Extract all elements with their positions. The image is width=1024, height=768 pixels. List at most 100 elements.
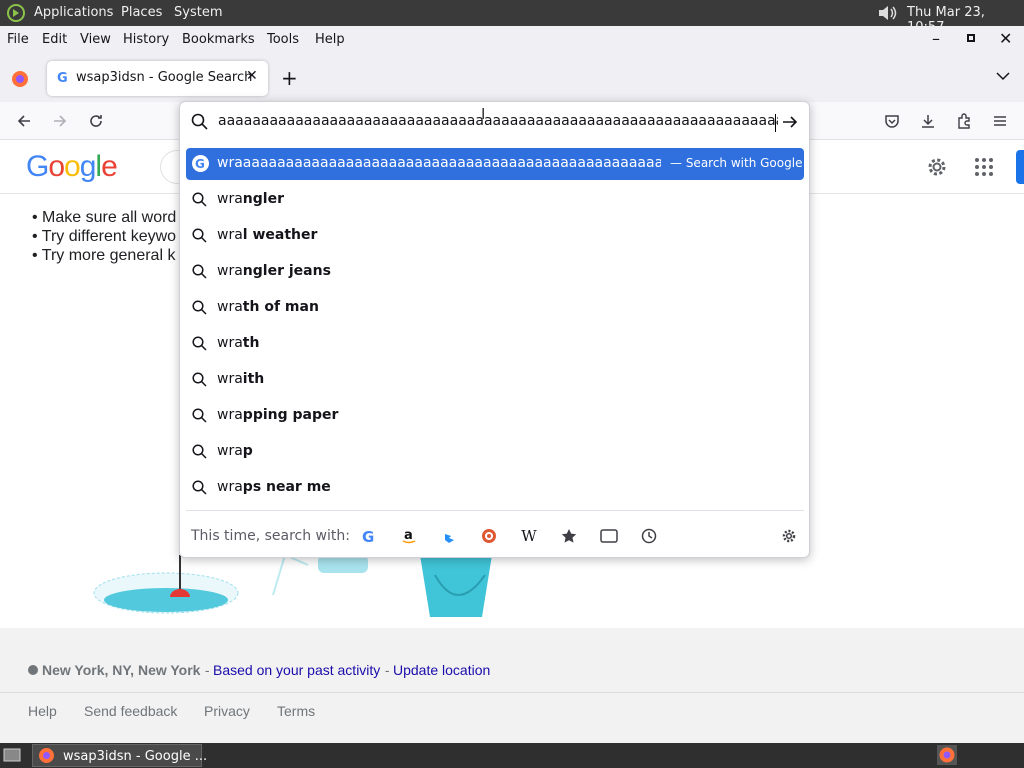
footer-help-link[interactable]: Help: [28, 703, 57, 719]
footer-privacy-link[interactable]: Privacy: [204, 703, 250, 719]
list-item[interactable]: wrath: [186, 326, 804, 362]
google-icon[interactable]: G: [358, 525, 380, 547]
pocket-icon[interactable]: [880, 109, 904, 133]
list-item: • Try different keywo: [32, 228, 177, 245]
duckduckgo-icon[interactable]: [478, 525, 500, 547]
search-settings-icon[interactable]: [778, 525, 800, 547]
list-item[interactable]: wrap: [186, 434, 804, 470]
close-window-icon[interactable]: ✕: [999, 29, 1012, 48]
search-icon: [192, 264, 207, 283]
firefox-launcher-icon[interactable]: [937, 745, 957, 768]
extensions-icon[interactable]: [952, 109, 976, 133]
tabs-icon[interactable]: [598, 525, 620, 547]
footer-terms-link[interactable]: Terms: [277, 703, 315, 719]
tab-title: wsap3idsn - Google Search: [76, 70, 253, 85]
system-menu[interactable]: System: [174, 5, 222, 20]
google-engine-icon: G: [192, 155, 209, 172]
bing-icon[interactable]: [438, 525, 460, 547]
search-icon: [192, 192, 207, 211]
list-item[interactable]: wral weather: [186, 218, 804, 254]
list-item[interactable]: wrangler: [186, 182, 804, 218]
list-item[interactable]: wraith: [186, 362, 804, 398]
app-menu-icon[interactable]: [988, 109, 1012, 133]
sign-in-button[interactable]: [1016, 150, 1024, 184]
menu-history[interactable]: History: [123, 32, 169, 47]
suggestion-text: wral weather: [217, 227, 318, 243]
location-name: New York, NY, New York: [42, 662, 201, 678]
close-tab-icon[interactable]: ✕: [246, 68, 258, 84]
system-top-panel: Applications Places System Thu Mar 23, 1…: [0, 0, 1024, 35]
amazon-icon[interactable]: a: [398, 525, 420, 547]
list-item[interactable]: wraps near me: [186, 470, 804, 506]
urlbar[interactable]: aaaaaaaaaaaaaaaaaaaaaaaaaaaaaaaaaaaaaaaa…: [180, 102, 809, 142]
tab-active[interactable]: G wsap3idsn - Google Search ✕: [47, 61, 268, 96]
history-icon[interactable]: [638, 525, 660, 547]
suggestion-text: wrangler jeans: [217, 263, 331, 279]
google-apps-icon[interactable]: [974, 157, 994, 181]
search-icon: [192, 372, 207, 391]
places-menu[interactable]: Places: [121, 5, 162, 20]
search-icon: [192, 228, 207, 247]
list-item[interactable]: wrapping paper: [186, 398, 804, 434]
taskbar-window-button[interactable]: wsap3idsn - Google ...: [32, 744, 207, 768]
show-desktop-icon[interactable]: [3, 747, 21, 767]
forward-icon[interactable]: [48, 109, 72, 133]
dropdown-divider: [186, 510, 804, 511]
suggestion-text: wrap: [217, 443, 253, 459]
based-on-activity-link[interactable]: Based on your past activity: [213, 662, 380, 678]
update-location-link[interactable]: Update location: [393, 662, 490, 678]
menu-edit[interactable]: Edit: [42, 32, 67, 47]
wikipedia-icon[interactable]: W: [518, 525, 540, 547]
go-arrow-icon[interactable]: [781, 113, 799, 135]
firefox-icon: [38, 747, 55, 768]
search-icon: [192, 336, 207, 355]
list-item[interactable]: wrangler jeans: [186, 254, 804, 290]
firefox-view-icon[interactable]: [11, 70, 29, 92]
volume-icon[interactable]: [876, 3, 898, 27]
menu-help[interactable]: Help: [315, 32, 345, 47]
footer-divider: [0, 692, 1024, 693]
svg-text:a: a: [404, 528, 413, 543]
bookmarks-icon[interactable]: [558, 525, 580, 547]
search-icon: [192, 480, 207, 499]
suggestion-highlighted[interactable]: G wraaaaaaaaaaaaaaaaaaaaaaaaaaaaaaaaaaaa…: [186, 148, 804, 180]
back-icon[interactable]: [12, 109, 36, 133]
search-icon: [191, 113, 208, 134]
location-dot-icon: [28, 665, 38, 675]
google-logo[interactable]: Google: [26, 150, 118, 184]
applications-menu[interactable]: Applications: [34, 5, 113, 20]
suggestion-tips-list: • Make sure all word • Try different key…: [32, 208, 176, 265]
menu-bar: File Edit View History Bookmarks Tools H…: [0, 26, 1024, 54]
menu-bookmarks[interactable]: Bookmarks: [182, 32, 255, 47]
no-results-illustration: [90, 553, 510, 625]
suggestion-text: wrangler: [217, 191, 284, 207]
menu-file[interactable]: File: [7, 32, 29, 47]
downloads-icon[interactable]: [916, 109, 940, 133]
settings-gear-icon[interactable]: [925, 155, 949, 183]
taskbar: wsap3idsn - Google ...: [0, 743, 1024, 768]
list-tabs-icon[interactable]: [996, 70, 1010, 85]
suggestion-text: wraps near me: [217, 479, 331, 495]
suggestion-text: wraaaaaaaaaaaaaaaaaaaaaaaaaaaaaaaaaaaaaa…: [217, 155, 661, 171]
svg-text:G: G: [362, 528, 374, 544]
suggestion-text: wrapping paper: [217, 407, 339, 423]
urlbar-dropdown: aaaaaaaaaaaaaaaaaaaaaaaaaaaaaaaaaaaaaaaa…: [179, 101, 810, 558]
search-icon: [192, 408, 207, 427]
menu-view[interactable]: View: [80, 32, 111, 47]
reload-icon[interactable]: [84, 109, 108, 133]
svg-text:G: G: [195, 157, 205, 170]
gnome-foot-icon[interactable]: [6, 3, 26, 27]
text-cursor-icon: I: [481, 105, 486, 123]
list-item: • Try more general k: [32, 247, 176, 264]
location-separator: -: [381, 662, 394, 678]
menu-tools[interactable]: Tools: [267, 32, 299, 47]
new-tab-icon[interactable]: +: [281, 66, 298, 90]
urlbar-input[interactable]: aaaaaaaaaaaaaaaaaaaaaaaaaaaaaaaaaaaaaaaa…: [218, 113, 778, 133]
list-item[interactable]: wrath of man: [186, 290, 804, 326]
taskbar-window-title: wsap3idsn - Google ...: [63, 749, 208, 764]
footer-feedback-link[interactable]: Send feedback: [84, 703, 177, 719]
suggestion-text: wraith: [217, 371, 265, 387]
minimize-icon[interactable]: –: [932, 29, 940, 48]
maximize-icon[interactable]: [966, 32, 976, 47]
text-caret: [775, 114, 776, 132]
